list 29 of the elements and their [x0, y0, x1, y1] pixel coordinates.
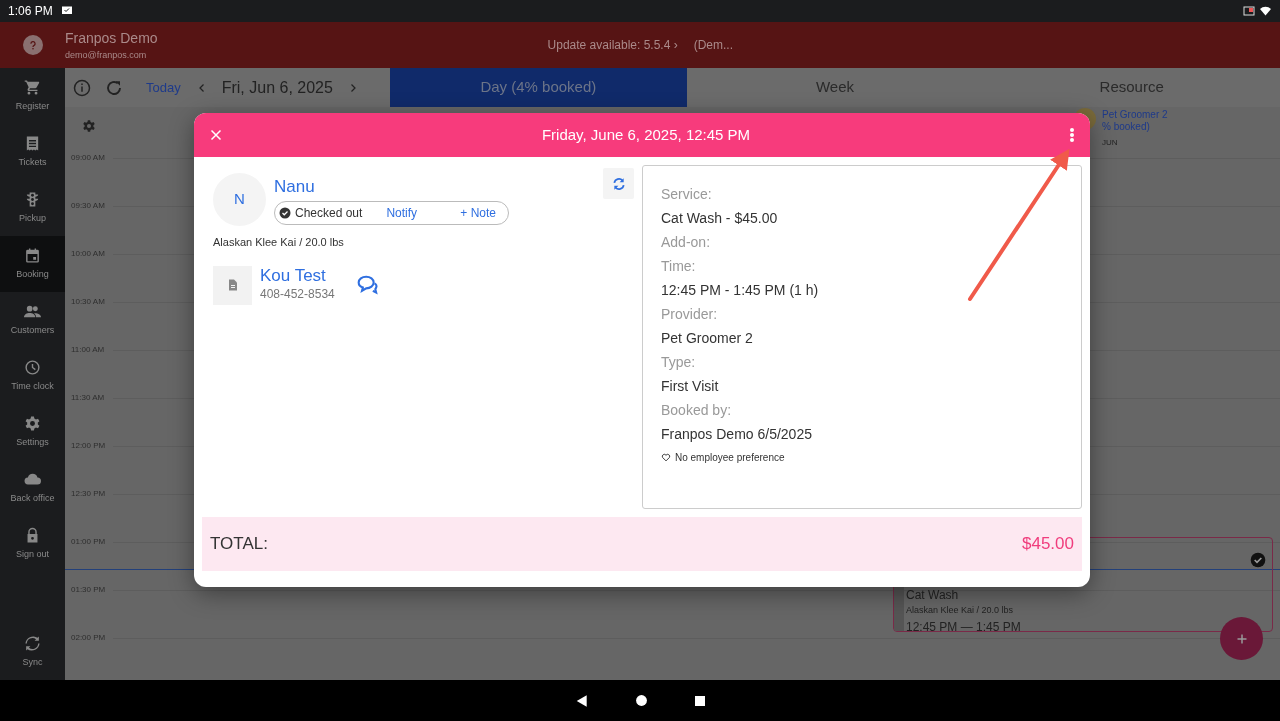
detail-label: Service:: [661, 185, 713, 204]
customer-phone: 408-452-8534: [260, 286, 335, 303]
detail-label: Provider:: [661, 305, 719, 324]
appointment-time: 12:45 PM — 1:45 PM: [906, 618, 1021, 631]
total-label: TOTAL:: [210, 533, 268, 556]
preference-note: No employee preference: [675, 451, 785, 465]
store-name: Franpos Demo: [65, 28, 158, 48]
detail-value: Pet Groomer 2: [661, 329, 754, 348]
status-time: 1:06 PM: [8, 3, 53, 20]
pet-breed: Alaskan Klee Kai / 20.0 lbs: [213, 235, 345, 250]
month-label: JUN: [1102, 137, 1119, 149]
service-name: Cat Wash: [906, 587, 960, 604]
detail-label: Add-on:: [661, 233, 712, 252]
pet-avatar: N: [213, 173, 266, 226]
current-date: Fri, Jun 6, 2025: [221, 77, 333, 98]
detail-label: Type:: [661, 353, 697, 372]
detail-label: Booked by:: [661, 401, 733, 420]
detail-value: First Visit: [661, 377, 720, 396]
pet-details: Alaskan Klee Kai / 20.0 lbs: [906, 604, 1015, 617]
detail-label: Time:: [661, 257, 697, 276]
total-amount: $45.00: [1022, 533, 1074, 556]
store-email: demo@franpos.com: [65, 48, 148, 62]
dialog-title: Friday, June 6, 2025, 12:45 PM: [540, 124, 752, 145]
mode-label: (Dem...: [693, 37, 734, 54]
resource-booked: % booked): [1102, 121, 1151, 133]
detail-value: Cat Wash - $45.00: [661, 209, 779, 228]
detail-value: 12:45 PM - 1:45 PM (1 h): [661, 281, 820, 300]
status-label: Checked out: [295, 205, 363, 223]
detail-value: Franpos Demo 6/5/2025: [661, 425, 813, 444]
